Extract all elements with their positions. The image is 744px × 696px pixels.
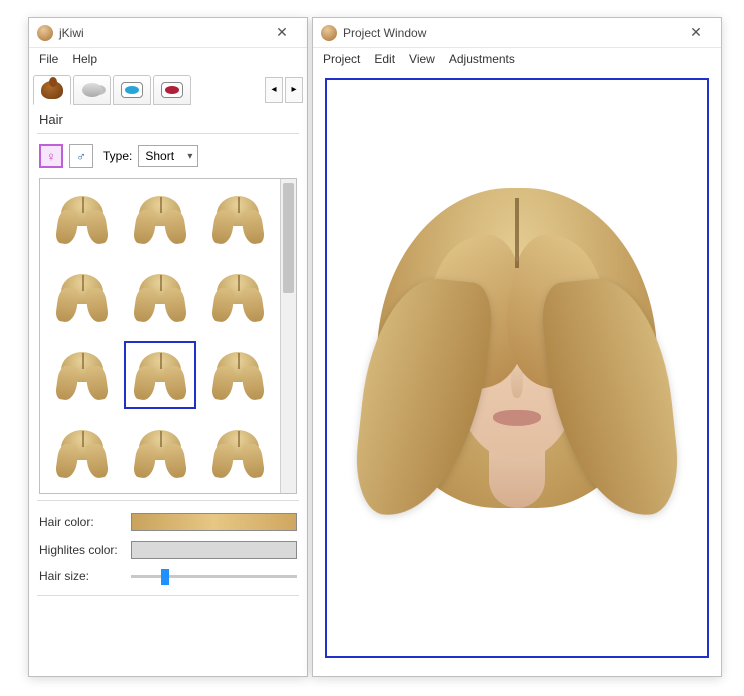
- menu-help[interactable]: Help: [72, 52, 97, 66]
- hairstyle-thumb[interactable]: [46, 263, 118, 331]
- tab-nav: ◂ ▸: [265, 77, 303, 103]
- hairstyle-thumb[interactable]: [46, 341, 118, 409]
- tab-powder[interactable]: [73, 75, 111, 105]
- titlebar[interactable]: Project Window ✕: [313, 18, 721, 48]
- hair-color-swatch[interactable]: [131, 513, 297, 531]
- app-icon: [321, 25, 337, 41]
- titlebar[interactable]: jKiwi ✕: [29, 18, 307, 48]
- menubar: Project Edit View Adjustments: [313, 48, 721, 70]
- menu-edit[interactable]: Edit: [374, 52, 395, 66]
- hairstyle-thumb[interactable]: [202, 419, 274, 487]
- preview-canvas[interactable]: [325, 78, 709, 658]
- hairstyle-thumb[interactable]: [46, 185, 118, 253]
- tab-eyeshadow[interactable]: [113, 75, 151, 105]
- close-icon[interactable]: ✕: [679, 20, 713, 46]
- hair-color-label: Hair color:: [39, 515, 131, 529]
- window-title: Project Window: [343, 26, 679, 40]
- tab-next-button[interactable]: ▸: [285, 77, 303, 103]
- hairstyle-thumb[interactable]: [46, 419, 118, 487]
- highlights-color-label: Highlites color:: [39, 543, 131, 557]
- hairstyle-thumb[interactable]: [124, 185, 196, 253]
- type-select[interactable]: Short: [138, 145, 198, 167]
- tab-lipstick[interactable]: [153, 75, 191, 105]
- divider: [37, 595, 299, 596]
- menu-project[interactable]: Project: [323, 52, 360, 66]
- tab-hair[interactable]: [33, 75, 71, 105]
- hairstyle-thumb[interactable]: [202, 185, 274, 253]
- divider: [37, 500, 299, 501]
- tab-prev-button[interactable]: ◂: [265, 77, 283, 103]
- hairstyle-thumb[interactable]: [124, 341, 196, 409]
- type-value: Short: [145, 149, 174, 163]
- model-preview: [357, 158, 677, 578]
- window-title: jKiwi: [59, 26, 265, 40]
- hairstyle-thumb[interactable]: [124, 263, 196, 331]
- project-window: Project Window ✕ Project Edit View Adjus…: [312, 17, 722, 677]
- scrollbar-thumb[interactable]: [283, 183, 294, 293]
- close-icon[interactable]: ✕: [265, 20, 299, 46]
- category-tabs: ◂ ▸: [29, 70, 307, 106]
- menu-view[interactable]: View: [409, 52, 435, 66]
- menu-file[interactable]: File: [39, 52, 58, 66]
- hairstyle-thumb[interactable]: [202, 341, 274, 409]
- slider-handle[interactable]: [161, 569, 169, 585]
- filter-row: ♀ ♂ Type: Short: [29, 140, 307, 172]
- jkiwi-window: jKiwi ✕ File Help ◂ ▸ Hair ♀ ♂ Type: Sho…: [28, 17, 308, 677]
- hairstyle-thumb[interactable]: [202, 263, 274, 331]
- gender-male-button[interactable]: ♂: [69, 144, 93, 168]
- type-label: Type:: [103, 149, 132, 163]
- eyeshadow-icon: [121, 82, 143, 98]
- gender-female-button[interactable]: ♀: [39, 144, 63, 168]
- hair-icon: [41, 81, 63, 99]
- divider: [37, 133, 299, 134]
- highlights-color-swatch[interactable]: [131, 541, 297, 559]
- hairstyle-thumb[interactable]: [124, 419, 196, 487]
- powder-icon: [82, 83, 102, 97]
- grid-scrollbar[interactable]: [280, 179, 296, 493]
- hair-size-slider[interactable]: [131, 575, 297, 578]
- lipstick-icon: [161, 82, 183, 98]
- hairstyle-grid: [39, 178, 297, 494]
- menubar: File Help: [29, 48, 307, 70]
- hair-size-label: Hair size:: [39, 569, 131, 583]
- section-label: Hair: [29, 106, 307, 127]
- menu-adjustments[interactable]: Adjustments: [449, 52, 515, 66]
- hair-controls: Hair color: Highlites color: Hair size:: [29, 507, 307, 589]
- app-icon: [37, 25, 53, 41]
